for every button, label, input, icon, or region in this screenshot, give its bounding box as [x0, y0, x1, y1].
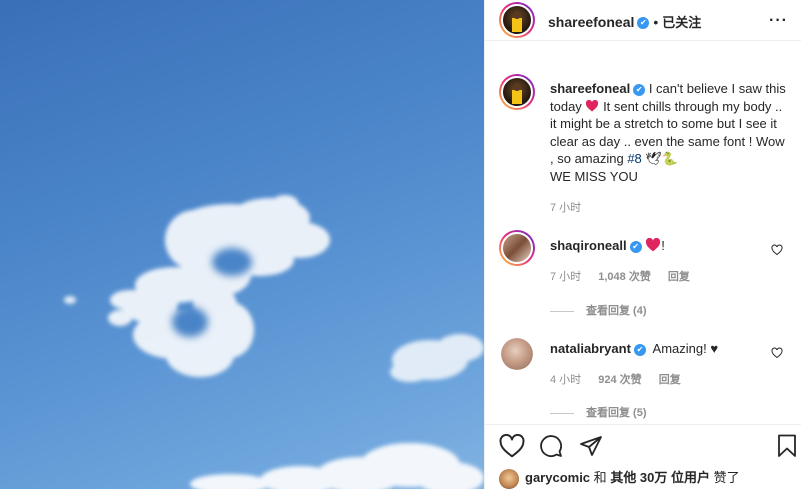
likes-summary: garycomic 和 其他 30万 位用户 赞了	[499, 467, 740, 489]
bookmark-icon[interactable]	[777, 434, 797, 458]
caption-timestamp[interactable]: 7 小时	[550, 199, 581, 215]
red-heart-emoji-icon	[646, 237, 661, 252]
more-options-icon[interactable]: ···	[769, 12, 788, 30]
header-user-row: shareefoneal ✔ • 已关注	[548, 12, 701, 32]
caption-author-avatar[interactable]	[499, 74, 535, 110]
comment-2: nataliabryant ✔ Amazing! ♥	[550, 341, 718, 356]
comment-username[interactable]: nataliabryant	[550, 341, 631, 356]
paper-plane-icon[interactable]	[579, 434, 603, 458]
avatar-image	[512, 83, 522, 104]
comment-avatar-shaqironeall[interactable]	[499, 230, 535, 266]
divider-line	[550, 310, 574, 312]
view-replies-button[interactable]: 查看回复 (4)	[550, 302, 647, 318]
comment-text: !	[661, 238, 665, 253]
view-replies-label: 查看回复 (5)	[586, 407, 647, 419]
comment-like-heart-icon[interactable]	[771, 347, 783, 359]
liker-username[interactable]: garycomic	[525, 470, 590, 485]
comment-1-meta: 7 小时 1,048 次赞 回复	[550, 268, 690, 284]
post-action-bar	[485, 424, 801, 464]
caption-emoji: 🕊🐍	[645, 151, 679, 166]
verified-badge-icon: ✔	[629, 240, 642, 253]
post-photo[interactable]	[0, 0, 484, 489]
sky-clouds-image	[64, 195, 484, 489]
author-avatar[interactable]	[499, 2, 535, 38]
comment-like-heart-icon[interactable]	[771, 244, 783, 256]
hashtag-link[interactable]: #8	[627, 151, 641, 166]
likes-tail-text: 赞了	[713, 470, 740, 485]
view-replies-button[interactable]: 查看回复 (5)	[550, 404, 647, 420]
post-header: shareefoneal ✔ • 已关注 ···	[485, 0, 801, 41]
verified-badge-icon: ✔	[633, 83, 646, 96]
caption-text-3: WE MISS YOU	[550, 168, 638, 184]
heart-outline-icon[interactable]	[499, 434, 525, 458]
comment-text: Amazing! ♥	[652, 341, 719, 356]
comment-time[interactable]: 4 小时	[550, 374, 581, 386]
verified-badge-icon: ✔	[633, 343, 646, 356]
comment-time[interactable]: 7 小时	[550, 271, 581, 283]
comment-username[interactable]: shaqironeall	[550, 238, 627, 253]
comment-avatar-nataliabryant[interactable]	[501, 338, 533, 370]
comment-likes[interactable]: 924 次赞	[598, 374, 641, 386]
likes-and-text: 和	[593, 470, 607, 485]
caption-username[interactable]: shareefoneal	[550, 81, 630, 96]
separator-dot: •	[653, 14, 659, 30]
divider-line	[550, 412, 574, 414]
post-detail-panel: shareefoneal ✔ • 已关注 ··· shareefoneal ✔ I ca…	[484, 0, 801, 489]
comment-1: shaqironeall ✔ !	[550, 237, 665, 253]
comment-2-meta: 4 小时 924 次赞 回复	[550, 371, 681, 387]
following-button[interactable]: 已关注	[662, 15, 701, 30]
comment-likes[interactable]: 1,048 次赞	[598, 271, 651, 283]
comment-bubble-icon[interactable]	[539, 434, 563, 458]
caption: shareefoneal ✔ I can't believe I saw this…	[550, 80, 790, 185]
verified-badge-icon: ✔	[637, 16, 650, 29]
reply-button[interactable]: 回复	[668, 271, 690, 283]
reply-button[interactable]: 回复	[659, 374, 681, 386]
other-likers-link[interactable]: 其他 30万 位用户	[610, 470, 710, 485]
red-heart-emoji-icon	[586, 99, 599, 111]
liker-avatar[interactable]	[499, 468, 519, 489]
author-username[interactable]: shareefoneal	[548, 14, 634, 30]
view-replies-label: 查看回复 (4)	[586, 305, 647, 317]
avatar-image	[512, 11, 522, 32]
